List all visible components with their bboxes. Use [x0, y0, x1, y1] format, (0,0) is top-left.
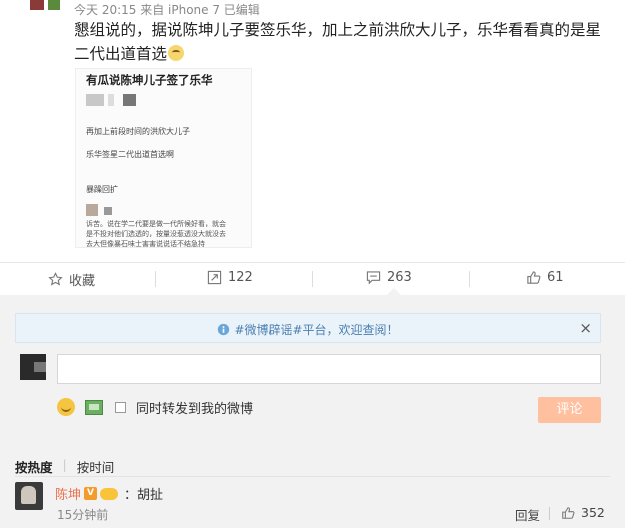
image-line-1: 再加上前段时间的洪欣大儿子: [86, 127, 190, 136]
image-mosaic: [86, 204, 98, 216]
image-small-1: 诉苦。说在学二代要是做一代所候好看，就会: [86, 220, 226, 228]
post-text: 懇组说的，据说陈坤儿子要签乐华，加上之前洪欣大儿子，乐华看看真的是星二代出道首选: [74, 21, 602, 63]
image-mosaic: [86, 94, 104, 106]
comment-sort: 按热度 | 按时间: [15, 457, 114, 476]
comment-text: ：胡扯: [124, 488, 164, 503]
doge-emoji-icon: [168, 45, 185, 61]
sort-by-time-tab[interactable]: 按时间: [77, 457, 115, 476]
sort-separator: |: [62, 457, 67, 472]
image-small-3: 去大但像暴石味士害害说说话不结急持: [86, 240, 205, 248]
notice-text-wrap: #微博辟谣#平台，欢迎查阅！: [16, 321, 600, 338]
image-line-3: 暴躁回扩: [86, 185, 118, 194]
commenter-name[interactable]: 陈坤: [55, 484, 81, 503]
emoji-icon[interactable]: [57, 398, 75, 416]
comment-time: 15分钟前: [57, 508, 109, 522]
sync-repost-label: 同时转发到我的微博: [136, 401, 254, 417]
level-badge-icon: [100, 487, 119, 500]
commenter-avatar-face: [21, 486, 36, 504]
user-avatar[interactable]: [30, 0, 44, 10]
separator: [469, 271, 470, 287]
divider: [15, 476, 610, 477]
sort-by-hot-tab[interactable]: 按热度: [15, 457, 53, 476]
separator: [312, 271, 313, 287]
notice-bar[interactable]: #微博辟谣#平台，欢迎查阅！ ×: [15, 313, 601, 343]
image-small-2: 是不投对他们选透的，按量没惹透没大就没去: [86, 230, 226, 238]
comment-tools: 同时转发到我的微博: [57, 396, 253, 418]
sync-repost-checkbox[interactable]: [115, 401, 126, 413]
image-mosaic: [123, 94, 136, 106]
thumbs-up-icon: [527, 271, 541, 284]
thumbs-up-icon: [562, 506, 575, 519]
comment-button[interactable]: 263: [366, 270, 412, 285]
comment-input[interactable]: [57, 354, 601, 384]
post-action-bar: 收藏 122 263 61: [0, 263, 625, 295]
comment-icon: [366, 271, 381, 285]
image-upload-icon[interactable]: [85, 399, 103, 415]
close-icon[interactable]: ×: [579, 319, 592, 337]
like-button[interactable]: 61: [526, 270, 564, 285]
star-icon: [48, 272, 63, 286]
image-mosaic: [108, 94, 114, 106]
repost-icon: [207, 270, 222, 285]
info-icon: [218, 323, 230, 336]
image-mosaic: [104, 207, 112, 215]
post-image[interactable]: 有瓜说陈坤儿子签了乐华 再加上前段时间的洪欣大儿子 乐华签星二代出道首选啊 暴躁…: [75, 68, 252, 248]
like-count: 61: [547, 270, 564, 285]
comment-like-count: 352: [581, 505, 605, 520]
separator: [155, 271, 156, 287]
comment-panel-pointer: [387, 288, 401, 295]
separator: [549, 507, 550, 520]
my-avatar-part: [34, 362, 46, 372]
repost-count: 122: [228, 270, 253, 285]
post-content: 懇组说的，据说陈坤儿子要签乐华，加上之前洪欣大儿子，乐华看看真的是星二代出道首选: [74, 18, 614, 66]
repost-button[interactable]: 122: [207, 270, 253, 285]
notice-text: #微博辟谣#平台，欢迎查阅！: [234, 323, 399, 337]
comment-item: 陈坤 V ：胡扯: [55, 484, 163, 503]
verified-badge: V: [84, 487, 98, 500]
submit-comment-button[interactable]: 评论: [538, 397, 601, 423]
comment-count: 263: [387, 270, 412, 285]
image-title: 有瓜说陈坤儿子签了乐华: [86, 73, 213, 87]
user-avatar-part: [48, 0, 60, 10]
reply-button[interactable]: 回复: [515, 505, 540, 524]
favorite-label: 收藏: [69, 274, 96, 289]
favorite-button[interactable]: 收藏: [48, 270, 95, 289]
comment-like-button[interactable]: 352: [561, 505, 605, 520]
post-meta: 今天 20:15 来自 iPhone 7 已编辑: [74, 3, 260, 17]
image-line-2: 乐华签星二代出道首选啊: [86, 150, 174, 159]
